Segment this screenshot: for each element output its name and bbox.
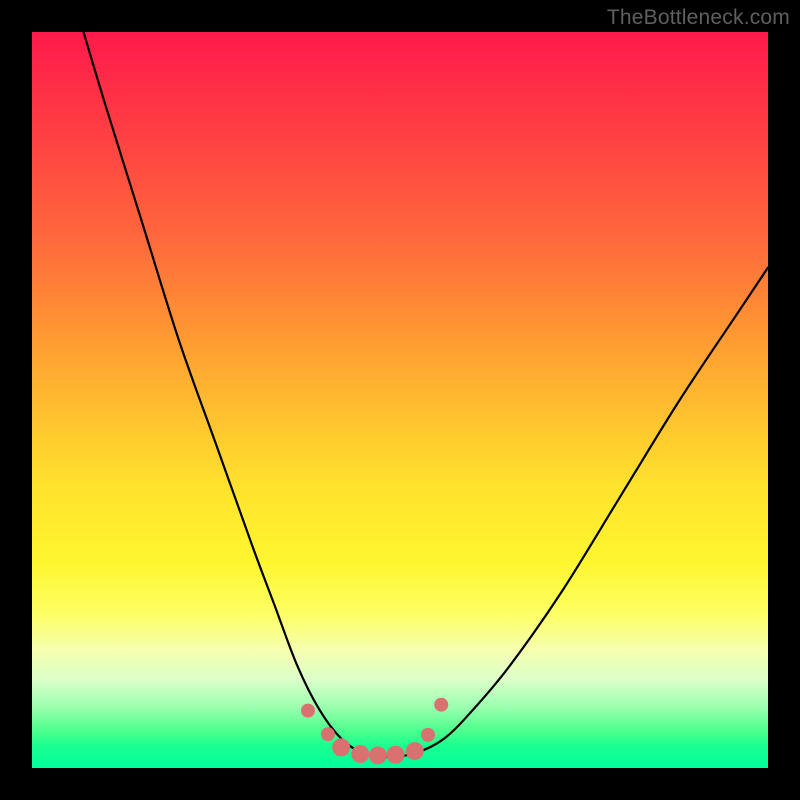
highlight-dot — [301, 704, 315, 718]
highlight-dot — [351, 745, 369, 763]
highlight-dot — [369, 746, 387, 764]
chart-svg — [32, 32, 768, 768]
highlight-markers — [301, 698, 448, 765]
bottleneck-curve — [84, 32, 768, 757]
chart-area — [32, 32, 768, 768]
highlight-dot — [406, 742, 424, 760]
highlight-dot — [332, 738, 350, 756]
highlight-dot — [421, 728, 435, 742]
highlight-dot — [434, 698, 448, 712]
highlight-dot — [321, 727, 335, 741]
watermark-text: TheBottleneck.com — [607, 6, 790, 30]
highlight-dot — [387, 746, 405, 764]
